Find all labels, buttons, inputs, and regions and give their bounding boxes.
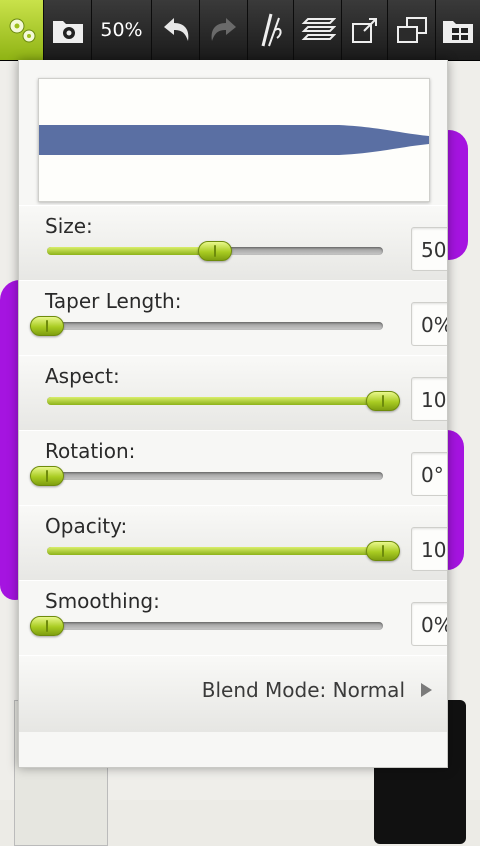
undo-icon: [163, 18, 188, 41]
blend-mode-row[interactable]: Blend Mode: Normal: [19, 655, 447, 732]
opacity-slider-fill: [47, 547, 383, 555]
rotation-slider-thumb[interactable]: [30, 466, 64, 486]
aspect-value-field[interactable]: 100: [411, 377, 447, 421]
zoom-readout[interactable]: 50%: [92, 0, 152, 60]
rotation-row: Rotation: 0°: [19, 430, 447, 506]
rotation-slider[interactable]: [30, 466, 383, 486]
gallery-settings-button[interactable]: [44, 0, 92, 60]
smoothing-row: Smoothing: 0%: [19, 580, 447, 656]
brush-properties-panel: Size: 50 Taper Length: 0% Aspect: 100 Rotation…: [18, 60, 448, 768]
aspect-slider-thumb[interactable]: [366, 391, 400, 411]
size-row: Size: 50: [19, 205, 447, 281]
aspect-row: Aspect: 100: [19, 355, 447, 431]
brush-settings-icon: [9, 18, 35, 43]
rotation-value-field[interactable]: 0°: [411, 452, 447, 496]
zoom-label: 50%: [100, 19, 143, 41]
blend-mode-label: Blend Mode: Normal: [201, 678, 405, 702]
brush-preview: [38, 78, 430, 202]
taper-length-label: Taper Length:: [45, 289, 182, 313]
aspect-slider[interactable]: [47, 391, 400, 411]
opacity-value-field[interactable]: 100: [411, 527, 447, 571]
taper-length-slider-thumb[interactable]: [30, 316, 64, 336]
transform-icon: [396, 17, 427, 43]
layers-icon: [301, 18, 336, 40]
taper-length-row: Taper Length: 0%: [19, 280, 447, 356]
export-icon: [351, 18, 377, 43]
size-slider-fill: [47, 247, 215, 255]
gallery-button[interactable]: [436, 0, 480, 60]
taper-length-value-field[interactable]: 0%: [411, 302, 447, 346]
undo-button[interactable]: [152, 0, 200, 60]
smoothing-slider[interactable]: [30, 616, 383, 636]
smoothing-value-field[interactable]: 0%: [411, 602, 447, 646]
brush-preview-stroke: [39, 125, 429, 155]
opacity-row: Opacity: 100: [19, 505, 447, 581]
opacity-slider-thumb[interactable]: [366, 541, 400, 561]
aspect-label: Aspect:: [45, 364, 120, 388]
gallery-icon: [443, 21, 473, 43]
size-slider-thumb[interactable]: [198, 241, 232, 261]
chevron-right-icon: [421, 683, 432, 697]
smoothing-label: Smoothing:: [45, 589, 160, 613]
smoothing-slider-thumb[interactable]: [30, 616, 64, 636]
transform-button[interactable]: [388, 0, 436, 60]
aspect-slider-fill: [47, 397, 383, 405]
taper-length-slider[interactable]: [30, 316, 383, 336]
brush-settings-button[interactable]: [0, 0, 44, 60]
rotation-label: Rotation:: [45, 439, 136, 463]
export-button[interactable]: [342, 0, 388, 60]
top-toolbar: 50%: [0, 0, 480, 61]
brush-tools-button[interactable]: [248, 0, 294, 60]
opacity-slider[interactable]: [47, 541, 400, 561]
brush-tools-icon: [261, 13, 282, 47]
opacity-label: Opacity:: [45, 514, 128, 538]
redo-button[interactable]: [200, 0, 248, 60]
layers-button[interactable]: [294, 0, 342, 60]
size-slider[interactable]: [47, 241, 383, 261]
size-label: Size:: [45, 214, 93, 238]
gallery-settings-icon: [52, 21, 83, 43]
redo-icon: [211, 18, 236, 41]
size-value-field[interactable]: 50: [411, 227, 447, 271]
